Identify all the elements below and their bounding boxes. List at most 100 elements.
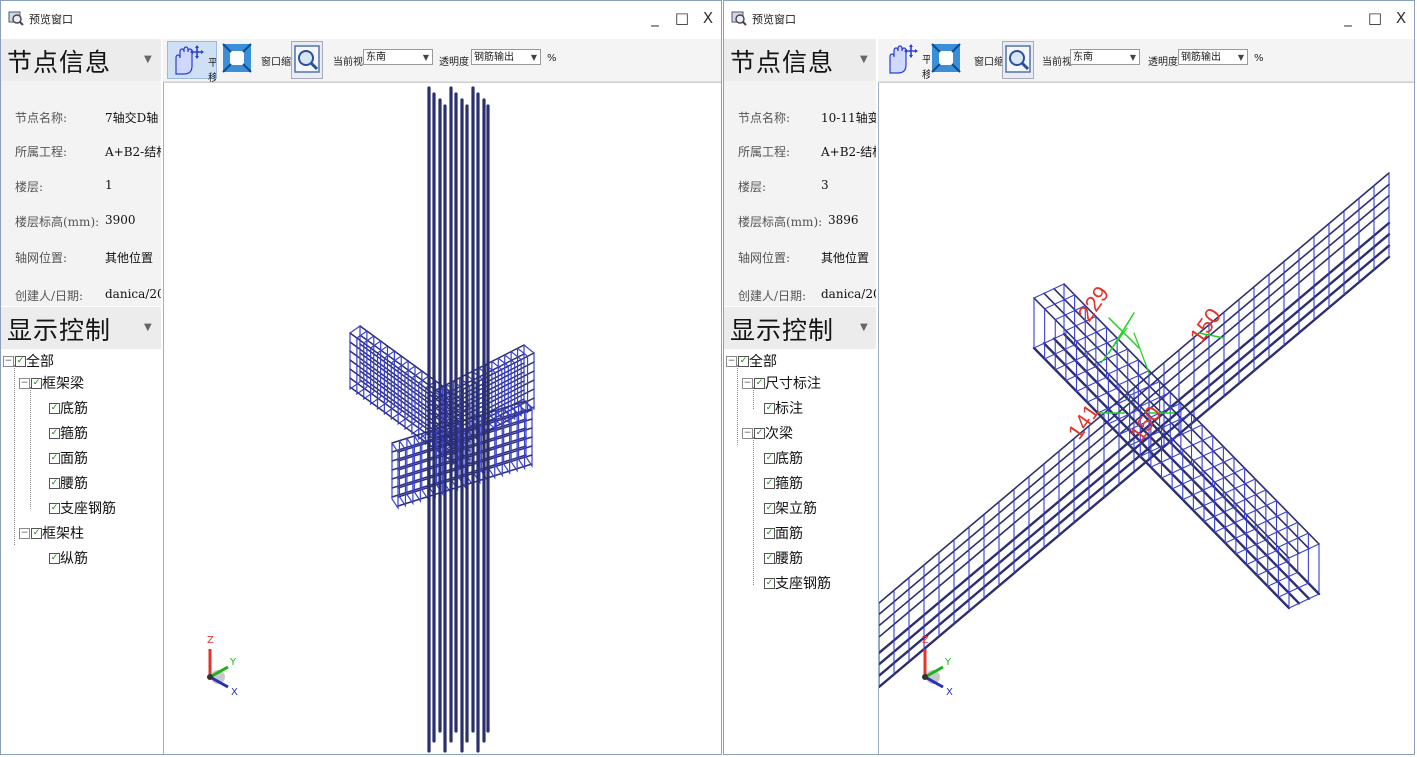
- info-value: A+B2-结构: [821, 145, 876, 159]
- fit-view-button[interactable]: [221, 41, 253, 77]
- collapse-icon[interactable]: −: [726, 355, 737, 367]
- node-info-title: 节点信息: [730, 48, 835, 77]
- beam-b-stirrup: [391, 442, 399, 510]
- maximize-button[interactable]: □: [671, 6, 693, 30]
- axis-indicator: Z Y X: [915, 635, 965, 699]
- collapse-arrow-icon[interactable]: ▼: [144, 54, 152, 65]
- collapse-arrow-icon[interactable]: ▼: [860, 54, 868, 65]
- collapse-icon[interactable]: −: [742, 427, 753, 439]
- checkbox-icon[interactable]: ✓: [764, 502, 775, 514]
- info-row: 节点名称: 7轴交D轴: [1, 109, 161, 129]
- checkbox-icon[interactable]: ✓: [49, 552, 60, 564]
- axis-indicator: Z Y X: [200, 635, 250, 699]
- collapse-icon[interactable]: −: [19, 527, 30, 539]
- tree-node-support-bar[interactable]: ✓ 支座钢筋: [49, 498, 116, 520]
- tree-node-support-bar[interactable]: ✓ 支座钢筋: [764, 573, 831, 595]
- percent-label: %: [547, 53, 557, 64]
- axis-y-label: Y: [945, 657, 952, 668]
- window-zoom-label: 窗口缩: [261, 57, 291, 68]
- tree-node-stirrup[interactable]: ✓ 箍筋: [764, 473, 803, 495]
- tree-node-annotation[interactable]: ✓ 标注: [764, 398, 803, 420]
- current-view-select[interactable]: 东南 ▼: [1070, 49, 1140, 65]
- title-bar[interactable]: 预览窗口 _ □ X: [1, 1, 721, 37]
- checkbox-icon[interactable]: ✓: [15, 355, 26, 367]
- collapse-arrow-icon[interactable]: ▼: [144, 322, 152, 333]
- transparency-value: 钢筋输出: [474, 52, 514, 63]
- minimize-button[interactable]: _: [644, 6, 666, 30]
- tree-node-top-bar[interactable]: ✓ 面筋: [764, 523, 803, 545]
- minimize-button[interactable]: _: [1337, 6, 1359, 30]
- 3d-viewport[interactable]: 229 150 141 150 Z Y X: [878, 82, 1414, 754]
- checkbox-icon[interactable]: ✓: [49, 452, 60, 464]
- side-panel: 节点信息 ▼ 节点名称: 10-11轴变截 所属工程: A+B2-结构 楼层: …: [724, 39, 876, 754]
- current-view-select[interactable]: 东南 ▼: [363, 49, 433, 65]
- tree-node-side-bar[interactable]: ✓ 腰筋: [764, 548, 803, 570]
- node-info-header[interactable]: 节点信息 ▼: [1, 39, 161, 81]
- display-control-header[interactable]: 显示控制 ▼: [724, 307, 876, 349]
- checkbox-icon[interactable]: ✓: [49, 402, 60, 414]
- tree-node-all[interactable]: − ✓ 全部: [726, 351, 777, 373]
- info-label: 楼层标高(mm):: [15, 215, 100, 229]
- checkbox-icon[interactable]: ✓: [764, 452, 775, 464]
- current-view-label: 当前视: [333, 57, 363, 68]
- pan-label: 平移: [208, 54, 216, 84]
- checkbox-icon[interactable]: ✓: [764, 577, 775, 589]
- 3d-viewport[interactable]: Z Y X: [163, 82, 721, 754]
- info-row: 所属工程: A+B2-结构: [724, 143, 876, 163]
- display-control-header[interactable]: 显示控制 ▼: [1, 307, 161, 349]
- checkbox-icon[interactable]: ✓: [764, 552, 775, 564]
- current-view-value: 东南: [1073, 52, 1093, 63]
- info-row: 创建人/日期: danica/201: [1, 287, 161, 306]
- tree-node-all[interactable]: − ✓ 全部: [3, 351, 54, 373]
- tree-node-secondary-beam[interactable]: − ✓ 次梁: [742, 423, 793, 445]
- tree-node-longitudinal-bar[interactable]: ✓ 纵筋: [49, 548, 88, 570]
- tree-node-top-bar[interactable]: ✓ 面筋: [49, 448, 88, 470]
- close-button[interactable]: X: [1390, 6, 1412, 30]
- side-panel: 节点信息 ▼ 节点名称: 7轴交D轴 所属工程: A+B2-结构 楼层: 1 楼…: [1, 39, 161, 754]
- checkbox-icon[interactable]: ✓: [738, 355, 749, 367]
- collapse-icon[interactable]: −: [19, 377, 30, 389]
- checkbox-icon[interactable]: ✓: [31, 377, 42, 389]
- pan-button[interactable]: 平移: [167, 41, 217, 84]
- tree-node-dimension[interactable]: − ✓ 尺寸标注: [742, 373, 821, 395]
- info-label: 节点名称:: [15, 111, 68, 125]
- window-zoom-button[interactable]: [291, 41, 323, 79]
- checkbox-icon[interactable]: ✓: [49, 427, 60, 439]
- dimension-label: 150: [1185, 303, 1227, 347]
- checkbox-icon[interactable]: ✓: [49, 502, 60, 514]
- axis-triad-icon: [922, 649, 944, 689]
- fit-view-icon: [931, 43, 961, 73]
- tree-node-erection-bar[interactable]: ✓ 架立筋: [764, 498, 817, 520]
- maximize-button[interactable]: □: [1364, 6, 1386, 30]
- transparency-select[interactable]: 钢筋输出 ▼: [1178, 49, 1248, 65]
- checkbox-icon[interactable]: ✓: [764, 477, 775, 489]
- preview-app-icon: [731, 11, 747, 26]
- pan-button[interactable]: [882, 41, 922, 77]
- tree-node-stirrup[interactable]: ✓ 箍筋: [49, 423, 88, 445]
- dropdown-arrow-icon: ▼: [530, 53, 537, 62]
- close-button[interactable]: X: [697, 6, 719, 30]
- dropdown-arrow-icon: ▼: [422, 53, 429, 62]
- transparency-select[interactable]: 钢筋输出 ▼: [471, 49, 541, 65]
- checkbox-icon[interactable]: ✓: [754, 427, 765, 439]
- checkbox-icon[interactable]: ✓: [31, 527, 42, 539]
- tree-node-bottom-bar[interactable]: ✓ 底筋: [764, 448, 803, 470]
- collapse-icon[interactable]: −: [742, 377, 753, 389]
- checkbox-icon[interactable]: ✓: [764, 402, 775, 414]
- transparency-label: 透明度: [1148, 57, 1178, 68]
- tree-node-column[interactable]: − ✓ 框架柱: [19, 523, 84, 545]
- tree-node-beam[interactable]: − ✓ 框架梁: [19, 373, 84, 395]
- tree-node-bottom-bar[interactable]: ✓ 底筋: [49, 398, 88, 420]
- transparency-label: 透明度: [439, 57, 469, 68]
- pan-hand-icon: [175, 45, 204, 75]
- node-info-header[interactable]: 节点信息 ▼: [724, 39, 876, 81]
- collapse-icon[interactable]: −: [3, 355, 14, 367]
- collapse-arrow-icon[interactable]: ▼: [860, 322, 868, 333]
- tree-node-side-bar[interactable]: ✓ 腰筋: [49, 473, 88, 495]
- window-zoom-button[interactable]: [1002, 41, 1034, 79]
- title-bar[interactable]: 预览窗口 _ □ X: [724, 1, 1414, 37]
- fit-view-button[interactable]: [930, 41, 962, 77]
- checkbox-icon[interactable]: ✓: [764, 527, 775, 539]
- checkbox-icon[interactable]: ✓: [49, 477, 60, 489]
- checkbox-icon[interactable]: ✓: [754, 377, 765, 389]
